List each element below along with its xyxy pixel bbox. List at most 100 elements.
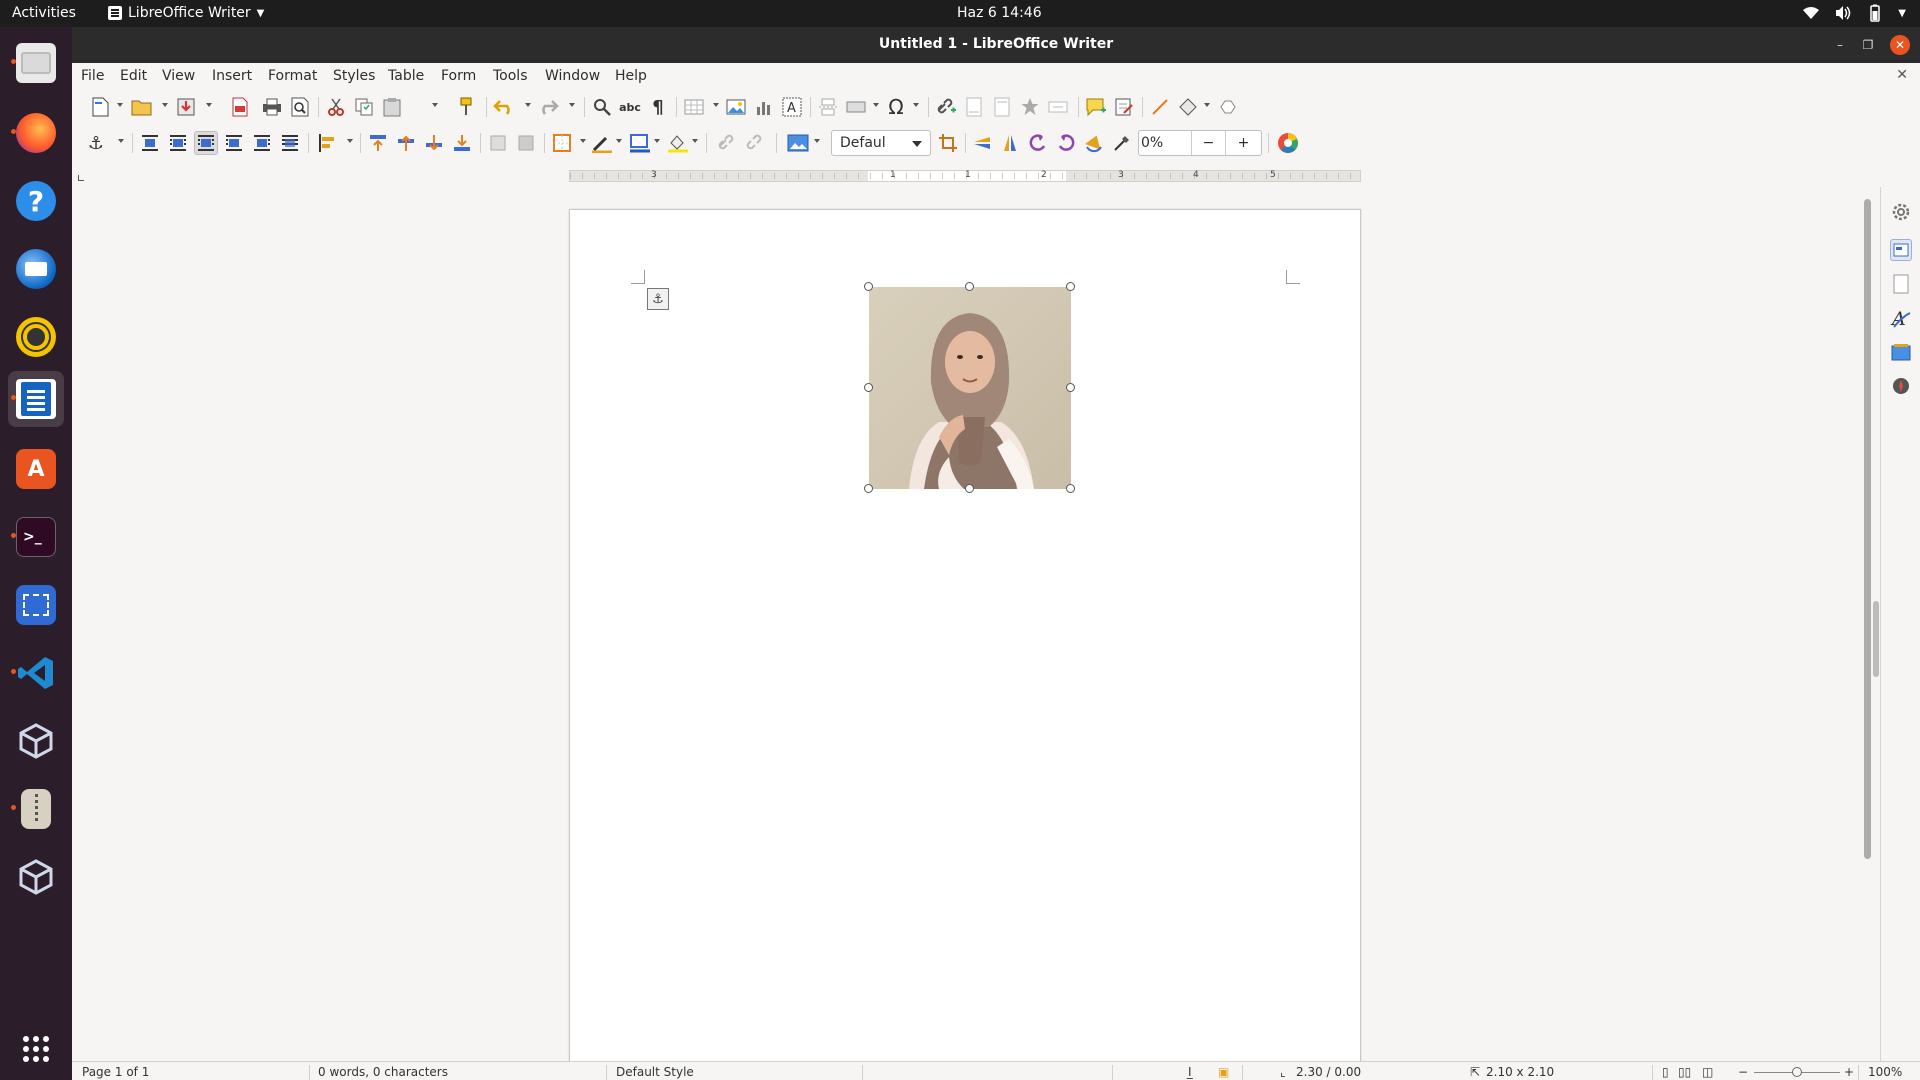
insert-image-icon[interactable] bbox=[724, 95, 748, 119]
dock-rhythmbox[interactable] bbox=[8, 309, 64, 365]
dock-virtualbox-2[interactable] bbox=[8, 849, 64, 905]
find-replace-icon[interactable] bbox=[590, 95, 614, 119]
table-dropdown-icon[interactable] bbox=[713, 103, 719, 107]
sidebar-gallery-icon[interactable] bbox=[1890, 341, 1912, 363]
frame-style-select[interactable]: Defaul bbox=[831, 130, 931, 156]
to-background-icon[interactable] bbox=[514, 131, 538, 155]
maximize-button[interactable]: ❐ bbox=[1858, 35, 1878, 55]
color-icon[interactable] bbox=[1276, 131, 1300, 155]
page-style[interactable]: Default Style bbox=[616, 1065, 694, 1079]
vertical-scrollbar[interactable] bbox=[1864, 199, 1871, 859]
print-icon[interactable] bbox=[260, 95, 284, 119]
activities-button[interactable]: Activities bbox=[12, 5, 76, 21]
dock-thunderbird[interactable] bbox=[8, 241, 64, 297]
track-changes-icon[interactable] bbox=[1112, 95, 1136, 119]
border-color-icon[interactable] bbox=[628, 131, 652, 155]
document-page[interactable]: ⚓ bbox=[569, 209, 1361, 1080]
dock-virtualbox[interactable] bbox=[8, 713, 64, 769]
anchor-dropdown-icon[interactable] bbox=[118, 139, 124, 143]
sidebar-navigator-icon[interactable] bbox=[1890, 375, 1912, 397]
dock-software[interactable]: A bbox=[8, 441, 64, 497]
sidebar-settings-icon[interactable] bbox=[1890, 201, 1912, 223]
menu-file[interactable]: File bbox=[81, 68, 104, 84]
app-menu[interactable]: LibreOffice Writer ▼ bbox=[108, 5, 264, 21]
dock-files[interactable] bbox=[8, 35, 64, 91]
tab-stop-marker-icon[interactable] bbox=[78, 175, 84, 181]
redo-icon[interactable] bbox=[536, 95, 560, 119]
resize-handle-bottom-right[interactable] bbox=[1066, 484, 1075, 493]
menu-view[interactable]: View bbox=[162, 68, 195, 84]
insert-comment-icon[interactable] bbox=[1084, 95, 1108, 119]
shapes-dropdown-icon[interactable] bbox=[1204, 103, 1210, 107]
open-dropdown-icon[interactable] bbox=[162, 103, 168, 107]
border-color-dropdown-icon[interactable] bbox=[654, 139, 660, 143]
close-document-icon[interactable]: ✕ bbox=[1896, 67, 1908, 83]
sidebar-resize-handle[interactable] bbox=[1873, 601, 1879, 677]
background-color-dropdown-icon[interactable] bbox=[692, 139, 698, 143]
system-tray[interactable]: ▼ bbox=[1802, 4, 1906, 22]
wrap-through-icon[interactable] bbox=[278, 131, 302, 155]
copy-icon[interactable] bbox=[352, 95, 376, 119]
forward-one-icon[interactable] bbox=[394, 131, 418, 155]
image-mode-dropdown-icon[interactable] bbox=[814, 139, 820, 143]
insert-textbox-icon[interactable]: A bbox=[780, 95, 804, 119]
formatting-marks-icon[interactable]: ¶ bbox=[646, 95, 670, 119]
zoom-slider-thumb[interactable] bbox=[1792, 1067, 1802, 1077]
clock[interactable]: Haz 6 14:46 bbox=[957, 5, 1042, 21]
single-page-view-icon[interactable]: ▯ bbox=[1662, 1065, 1669, 1079]
spelling-icon[interactable]: abc bbox=[618, 95, 642, 119]
wrap-optimal-icon[interactable] bbox=[194, 131, 218, 155]
footnote-icon[interactable] bbox=[962, 95, 986, 119]
horizontal-ruler[interactable]: 3 1 1 2 3 4 5 bbox=[569, 170, 1361, 182]
crop-icon[interactable] bbox=[936, 131, 960, 155]
rotate-left-icon[interactable] bbox=[1026, 131, 1050, 155]
new-document-icon[interactable] bbox=[88, 95, 112, 119]
transparency-icon[interactable] bbox=[1110, 131, 1134, 155]
insert-mode-icon[interactable]: I̲ bbox=[1188, 1065, 1192, 1079]
undo-dropdown-icon[interactable] bbox=[525, 103, 531, 107]
dock-help[interactable]: ? bbox=[8, 173, 64, 229]
clone-formatting-icon[interactable] bbox=[454, 95, 478, 119]
sidebar-properties-icon[interactable] bbox=[1890, 239, 1912, 261]
show-draw-functions-icon[interactable] bbox=[1216, 95, 1240, 119]
minimize-button[interactable]: – bbox=[1830, 35, 1850, 55]
wrap-right-icon[interactable] bbox=[250, 131, 274, 155]
page-break-icon[interactable] bbox=[816, 95, 840, 119]
word-count[interactable]: 0 words, 0 characters bbox=[318, 1065, 448, 1079]
close-button[interactable]: ✕ bbox=[1890, 35, 1910, 55]
menu-format[interactable]: Format bbox=[268, 68, 317, 84]
insert-field-icon[interactable] bbox=[844, 95, 868, 119]
flip-horizontal-icon[interactable] bbox=[998, 131, 1022, 155]
insert-chart-icon[interactable] bbox=[752, 95, 776, 119]
special-character-icon[interactable]: Ω bbox=[884, 95, 908, 119]
zoom-out-icon[interactable]: − bbox=[1738, 1065, 1748, 1079]
resize-handle-top-right[interactable] bbox=[1066, 282, 1075, 291]
background-color-icon[interactable] bbox=[666, 131, 690, 155]
sidebar-styles-icon[interactable]: A bbox=[1890, 307, 1912, 329]
cut-icon[interactable] bbox=[324, 95, 348, 119]
resize-handle-top-left[interactable] bbox=[864, 282, 873, 291]
flip-vertical-icon[interactable] bbox=[970, 131, 994, 155]
new-dropdown-icon[interactable] bbox=[117, 103, 123, 107]
resize-handle-bottom-left[interactable] bbox=[864, 484, 873, 493]
back-one-icon[interactable] bbox=[422, 131, 446, 155]
book-view-icon[interactable]: ◫ bbox=[1702, 1065, 1713, 1079]
transparency-increase-button[interactable]: + bbox=[1225, 131, 1261, 155]
resize-handle-right[interactable] bbox=[1066, 383, 1075, 392]
zoom-level[interactable]: 100% bbox=[1868, 1065, 1902, 1079]
field-dropdown-icon[interactable] bbox=[873, 103, 879, 107]
resize-handle-bottom[interactable] bbox=[965, 484, 974, 493]
borders-icon[interactable] bbox=[550, 131, 574, 155]
endnote-icon[interactable] bbox=[990, 95, 1014, 119]
title-bar[interactable]: Untitled 1 - LibreOffice Writer – ❐ ✕ bbox=[72, 27, 1920, 63]
paste-icon[interactable] bbox=[380, 95, 404, 119]
redo-dropdown-icon[interactable] bbox=[569, 103, 575, 107]
hyperlink-icon[interactable] bbox=[934, 95, 958, 119]
resize-handle-left[interactable] bbox=[864, 383, 873, 392]
menu-table[interactable]: Table bbox=[388, 68, 424, 84]
document-modified-icon[interactable]: ▣ bbox=[1218, 1065, 1229, 1079]
insert-table-icon[interactable] bbox=[682, 95, 706, 119]
menu-form[interactable]: Form bbox=[441, 68, 476, 84]
save-dropdown-icon[interactable] bbox=[206, 103, 212, 107]
sidebar-page-icon[interactable] bbox=[1890, 273, 1912, 295]
